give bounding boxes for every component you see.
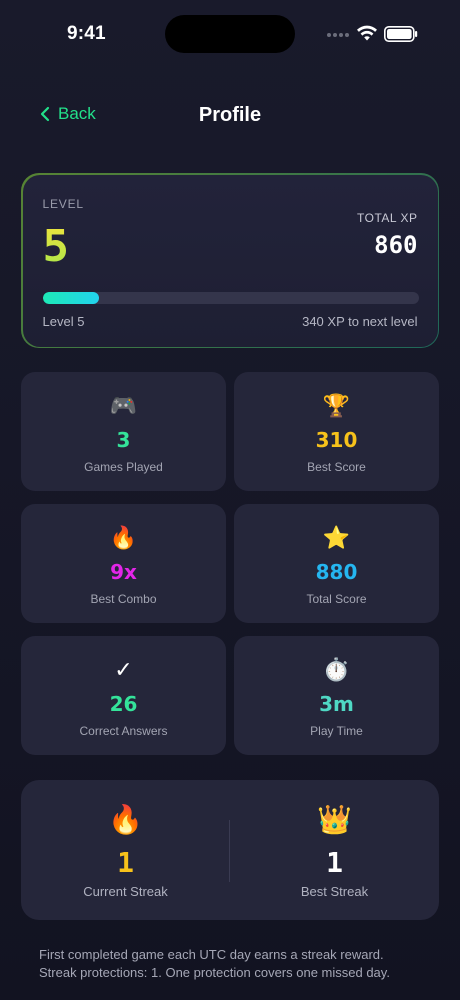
fire-icon: 🔥 <box>109 525 138 550</box>
gamepad-icon: 🎮 <box>109 393 138 418</box>
crown-icon: 👑 <box>317 804 352 835</box>
stat-label: Total Score <box>306 592 367 606</box>
current-streak: 🔥 1 Current Streak <box>21 780 230 920</box>
xp-progress-fill <box>42 291 99 304</box>
total-xp-value: 860 <box>374 230 418 259</box>
stat-value: 9x <box>110 560 137 584</box>
stat-card-correct-answers: ✓ 26 Correct Answers <box>21 636 226 755</box>
stat-card-best-combo: 🔥 9x Best Combo <box>21 504 226 623</box>
star-icon: ⭐ <box>322 525 351 550</box>
trophy-icon: 🏆 <box>322 393 351 418</box>
level-value: 5 <box>42 220 70 272</box>
streak-info-line: Streak protections: 1. One protection co… <box>39 965 390 980</box>
stat-value: 26 <box>109 692 138 716</box>
level-label: LEVEL <box>42 196 84 211</box>
streak-info-line: First completed game each UTC day earns … <box>39 947 384 962</box>
stat-value: 880 <box>315 560 358 584</box>
best-streak-value: 1 <box>326 846 343 879</box>
nav-bar: Back Profile <box>0 96 460 136</box>
stat-card-play-time: ⏱️ 3m Play Time <box>234 636 439 755</box>
xp-to-next-caption: 340 XP to next level <box>302 313 418 329</box>
streak-card: 🔥 1 Current Streak 👑 1 Best Streak <box>21 780 439 920</box>
stat-label: Play Time <box>310 724 363 738</box>
current-level-caption: Level 5 <box>42 313 85 329</box>
level-card: LEVEL 5 TOTAL XP 860 Level 5 340 XP to n… <box>21 173 439 348</box>
checkmark-icon: ✓ <box>114 657 133 682</box>
stat-value: 310 <box>315 428 358 452</box>
total-xp-label: TOTAL XP <box>357 210 418 225</box>
status-bar: 9:41 <box>0 0 460 64</box>
best-streak-label: Best Streak <box>300 884 369 899</box>
fire-icon: 🔥 <box>108 804 143 835</box>
current-streak-value: 1 <box>117 846 134 879</box>
streak-info-note: First completed game each UTC day earns … <box>39 946 439 982</box>
stat-label: Best Combo <box>90 592 157 606</box>
signal-icon <box>327 33 351 39</box>
page-title: Profile <box>198 104 262 126</box>
best-streak: 👑 1 Best Streak <box>230 780 439 920</box>
stat-card-best-score: 🏆 310 Best Score <box>234 372 439 491</box>
xp-progress-bar <box>42 291 419 304</box>
current-streak-label: Current Streak <box>83 884 168 899</box>
stat-card-total-score: ⭐ 880 Total Score <box>234 504 439 623</box>
dynamic-island <box>165 15 295 53</box>
stopwatch-icon: ⏱️ <box>322 657 351 682</box>
battery-icon <box>384 26 418 42</box>
stat-label: Games Played <box>84 460 163 474</box>
stat-label: Best Score <box>307 460 366 474</box>
stat-value: 3 <box>116 428 131 452</box>
stat-label: Correct Answers <box>79 724 168 738</box>
wifi-icon <box>357 25 377 41</box>
stat-card-games-played: 🎮 3 Games Played <box>21 372 226 491</box>
stat-value: 3m <box>319 692 354 716</box>
status-time: 9:41 <box>67 23 106 44</box>
